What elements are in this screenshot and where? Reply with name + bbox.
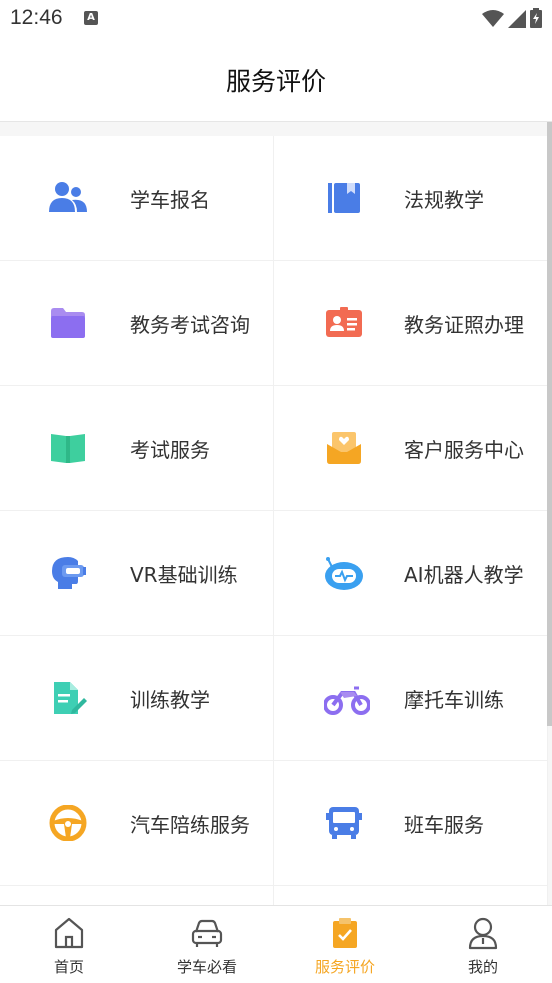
services-grid: 学车报名 法规教学 教务考试咨询 教务证照办理 考试服务 客户服务中心 VR基础…	[0, 136, 548, 905]
service-label: 考试服务	[130, 438, 210, 462]
service-label: 法规教学	[404, 188, 484, 212]
signal-icon	[508, 10, 526, 28]
motorcycle-icon	[324, 686, 370, 715]
tab-learning[interactable]: 学车必看	[138, 906, 276, 983]
service-item[interactable]: VR基础训练	[0, 511, 274, 636]
service-item[interactable]: 班车服务	[274, 761, 548, 886]
service-label: 教务证照办理	[404, 313, 524, 337]
wifi-icon	[482, 10, 504, 27]
tab-service-review[interactable]: 服务评价	[276, 906, 414, 983]
service-item-partial[interactable]	[274, 886, 548, 905]
service-item-partial[interactable]	[0, 886, 274, 905]
service-label: 汽车陪练服务	[130, 813, 250, 837]
service-item[interactable]: 学车报名	[0, 136, 274, 261]
document-edit-icon	[54, 682, 87, 714]
vr-headset-icon	[52, 557, 86, 589]
service-label: 客户服务中心	[404, 438, 524, 462]
steering-wheel-icon	[49, 805, 87, 841]
service-label: VR基础训练	[130, 563, 238, 587]
tab-profile[interactable]: 我的	[414, 906, 552, 983]
bus-icon	[326, 807, 362, 839]
page-header: 服务评价	[0, 38, 552, 122]
user-icon	[468, 917, 498, 950]
book-icon	[328, 183, 360, 213]
car-icon	[191, 919, 223, 947]
service-label: AI机器人教学	[404, 563, 524, 587]
service-item[interactable]: 考试服务	[0, 386, 274, 511]
scrollbar[interactable]	[547, 122, 552, 726]
tab-label: 我的	[467, 958, 498, 976]
service-item[interactable]: 教务证照办理	[274, 261, 548, 386]
notification-icon: A	[84, 11, 98, 25]
service-item[interactable]: 训练教学	[0, 636, 274, 761]
inbox-heart-icon	[327, 432, 361, 464]
services-content[interactable]: 学车报名 法规教学 教务考试咨询 教务证照办理 考试服务 客户服务中心 VR基础…	[0, 122, 552, 905]
status-indicators	[482, 8, 542, 28]
service-item[interactable]: 汽车陪练服务	[0, 761, 274, 886]
folder-icon	[51, 308, 85, 338]
status-time: 12:46	[10, 6, 63, 29]
bottom-tabbar: 首页 学车必看 服务评价 我的	[0, 905, 552, 983]
service-label: 班车服务	[404, 813, 484, 837]
tab-label: 首页	[53, 958, 84, 976]
open-book-icon	[51, 434, 85, 463]
page-title: 服务评价	[225, 67, 326, 96]
service-item[interactable]: 摩托车训练	[274, 636, 548, 761]
service-item[interactable]: AI机器人教学	[274, 511, 548, 636]
tab-home[interactable]: 首页	[0, 906, 138, 983]
service-item[interactable]: 客户服务中心	[274, 386, 548, 511]
tab-label: 学车必看	[176, 958, 237, 976]
tab-label: 服务评价	[314, 958, 375, 976]
clipboard-check-icon	[333, 918, 357, 948]
users-icon	[49, 182, 87, 212]
service-label: 学车报名	[130, 188, 210, 212]
service-label: 训练教学	[130, 688, 210, 712]
service-label: 摩托车训练	[404, 688, 504, 712]
service-item[interactable]: 教务考试咨询	[0, 261, 274, 386]
id-card-icon	[326, 307, 362, 337]
status-bar: 12:46 A	[0, 0, 552, 38]
home-icon	[54, 917, 84, 949]
robot-icon	[325, 557, 363, 590]
service-item[interactable]: 法规教学	[274, 136, 548, 261]
service-label: 教务考试咨询	[130, 313, 250, 337]
battery-icon	[530, 8, 542, 28]
